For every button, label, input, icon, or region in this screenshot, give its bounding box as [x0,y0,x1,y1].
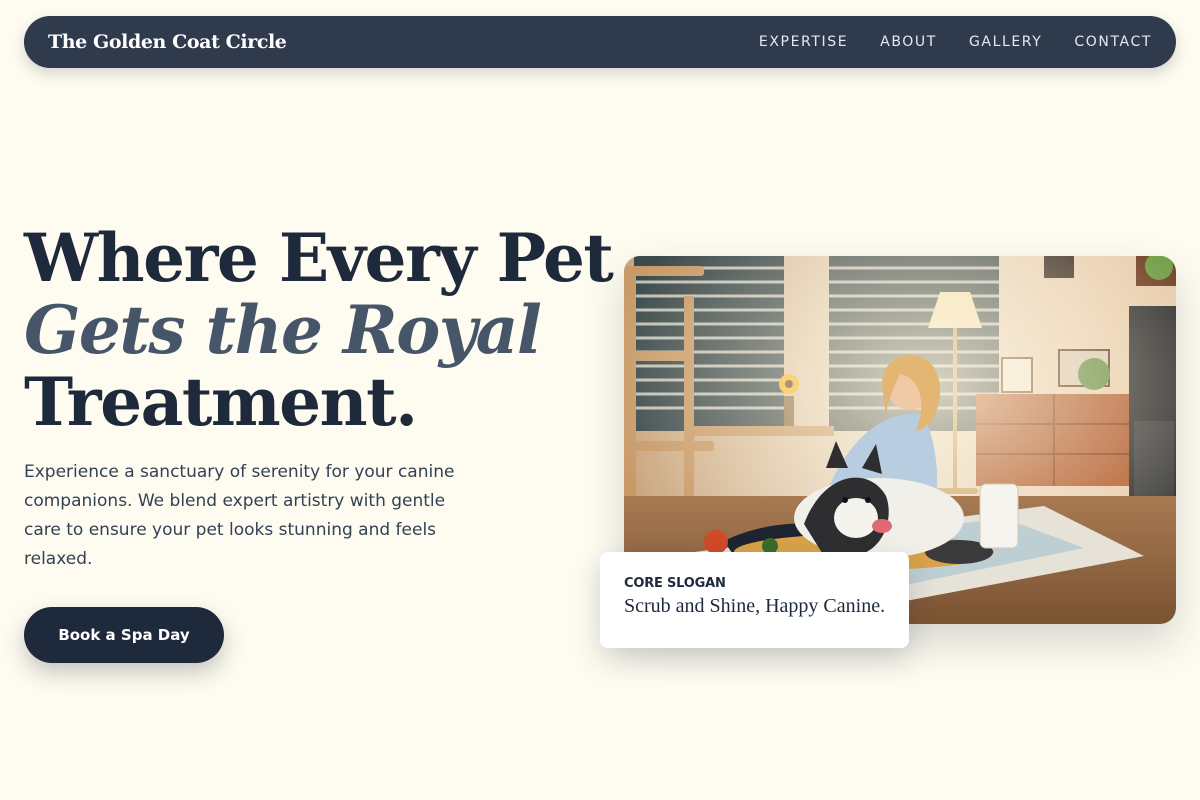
nav-link-about[interactable]: ABOUT [880,34,937,50]
slogan-text: Scrub and Shine, Happy Canine. [624,595,886,617]
hero-lead-paragraph: Experience a sanctuary of serenity for y… [24,462,455,569]
book-spa-day-button[interactable]: Book a Spa Day [24,607,224,663]
nav-link-contact[interactable]: CONTACT [1074,34,1152,50]
headline-line-3: Treatment. [24,363,418,441]
hero-headline: Where Every Pet Gets the Royal Treatment… [24,219,614,441]
top-navbar: The Golden Coat Circle EXPERTISE ABOUT G… [24,16,1176,68]
headline-line-2-italic: Gets the Royal [24,291,542,369]
slogan-card: CORE SLOGAN Scrub and Shine, Happy Canin… [600,552,909,648]
nav-links: EXPERTISE ABOUT GALLERY CONTACT [759,34,1152,50]
nav-link-expertise[interactable]: EXPERTISE [759,34,848,50]
slogan-label: CORE SLOGAN [624,576,726,591]
nav-link-gallery[interactable]: GALLERY [969,34,1042,50]
headline-line-1: Where Every Pet [24,219,614,297]
brand-logo-text[interactable]: The Golden Coat Circle [48,31,287,53]
